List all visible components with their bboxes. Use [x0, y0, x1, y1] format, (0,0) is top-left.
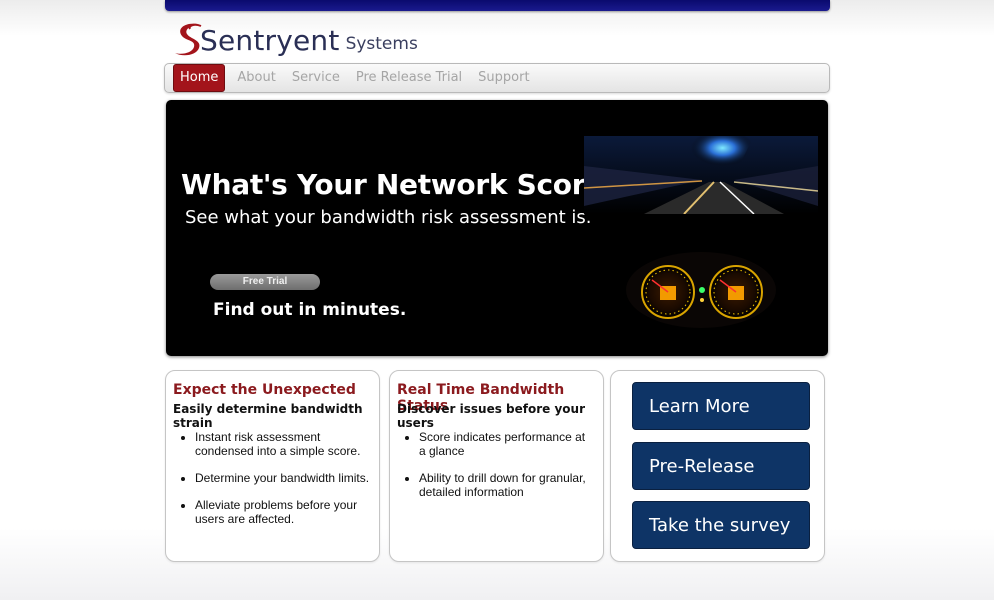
nav-home[interactable]: Home: [173, 64, 226, 92]
nav-service[interactable]: Service: [284, 66, 348, 90]
learn-more-button[interactable]: Learn More: [632, 382, 810, 430]
nav-about[interactable]: About: [229, 66, 283, 90]
feature-list: Score indicates performance at a glance …: [397, 430, 594, 512]
feature-subtitle: Discover issues before your users: [397, 402, 585, 430]
feature-list: Instant risk assessment condensed into a…: [173, 430, 370, 539]
list-item: Instant risk assessment condensed into a…: [195, 430, 370, 458]
top-accent-bar: [165, 0, 830, 11]
brand-name: Sentryent: [200, 24, 340, 57]
hero-banner: What's Your Network Score? See what your…: [166, 100, 828, 356]
list-item: Alleviate problems before your users are…: [195, 498, 370, 526]
free-trial-button[interactable]: Free Trial: [210, 274, 320, 290]
main-nav: Home About Service Pre Release Trial Sup…: [164, 63, 830, 93]
hero-title: What's Your Network Score?: [181, 168, 620, 201]
list-item: Determine your bandwidth limits.: [195, 471, 370, 485]
cta-panel: Learn More Pre-Release Take the survey: [610, 370, 825, 562]
nav-support[interactable]: Support: [470, 66, 537, 90]
feature-panel-realtime: Real Time Bandwidth Status Discover issu…: [389, 370, 604, 562]
speed-road-image: [584, 136, 818, 214]
site-logo[interactable]: Sentryent Systems: [172, 18, 418, 58]
hero-subtitle: See what your bandwidth risk assessment …: [185, 207, 592, 228]
feature-subtitle: Easily determine bandwidth strain: [173, 402, 363, 430]
take-survey-button[interactable]: Take the survey: [632, 501, 810, 549]
dashboard-gauges-image: [626, 252, 776, 328]
nav-pre-release-trial[interactable]: Pre Release Trial: [348, 66, 470, 90]
feature-panel-expect: Expect the Unexpected Easily determine b…: [165, 370, 380, 562]
pre-release-button[interactable]: Pre-Release: [632, 442, 810, 490]
brand-sub: Systems: [345, 34, 418, 54]
hero-tagline: Find out in minutes.: [213, 300, 407, 320]
list-item: Score indicates performance at a glance: [419, 430, 594, 458]
sentryent-swoosh-icon: [172, 20, 206, 58]
feature-title: Expect the Unexpected: [173, 382, 356, 398]
list-item: Ability to drill down for granular, deta…: [419, 471, 594, 499]
